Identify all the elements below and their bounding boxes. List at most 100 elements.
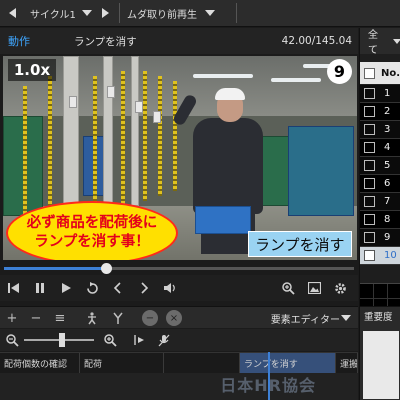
importance-panel: 重要度 xyxy=(360,306,400,400)
chevron-down-icon[interactable] xyxy=(338,310,354,326)
branch-icon[interactable] xyxy=(110,310,126,326)
minus-circle-icon[interactable]: − xyxy=(142,310,158,326)
seek-bar[interactable] xyxy=(0,262,358,274)
step-row[interactable]: 9 xyxy=(360,229,400,247)
step-checkbox[interactable] xyxy=(364,88,375,99)
element-editor-label[interactable]: 要素エディター xyxy=(271,311,340,326)
magnifier-plus-icon[interactable] xyxy=(102,332,118,348)
step-number: 4 xyxy=(384,142,391,153)
step-row[interactable]: 1 xyxy=(360,85,400,103)
seek-handle[interactable] xyxy=(100,263,112,274)
step-number: 3 xyxy=(384,124,391,135)
chevron-down-icon xyxy=(81,10,92,16)
replay-icon[interactable] xyxy=(84,280,100,296)
step-back-icon[interactable] xyxy=(6,280,22,296)
step-row[interactable]: 3 xyxy=(360,121,400,139)
step-checkbox[interactable] xyxy=(364,124,375,135)
timeline-element[interactable]: 運搬 xyxy=(336,353,358,373)
blue-crate-stack xyxy=(288,126,354,216)
add-icon[interactable]: + xyxy=(4,310,20,326)
step-row[interactable]: 4 xyxy=(360,139,400,157)
step-checkbox[interactable] xyxy=(364,196,375,207)
video-player[interactable]: 1.0x 9 必ず商品を配荷後に ランプを消す事！ ランプを消す xyxy=(3,56,357,260)
step-number: 7 xyxy=(384,196,391,207)
step-row[interactable]: 8 xyxy=(360,211,400,229)
step-checkbox[interactable] xyxy=(364,160,375,171)
settings-gear-icon[interactable] xyxy=(332,280,348,296)
step-number: 2 xyxy=(384,106,391,117)
cycle-selector[interactable]: サイクル1 xyxy=(24,0,94,27)
yellow-chain xyxy=(158,76,162,196)
hanging-tag xyxy=(107,86,115,98)
hanging-tag xyxy=(135,101,143,113)
hanging-tag xyxy=(69,96,77,108)
zoom-slider-handle[interactable] xyxy=(59,333,65,347)
transport-controls xyxy=(0,275,358,301)
warning-bubble: 必ず商品を配荷後に ランプを消す事！ xyxy=(6,201,178,260)
previous-cycle-button[interactable] xyxy=(0,0,24,27)
step-row[interactable]: 10 xyxy=(360,247,400,265)
pole xyxy=(131,56,139,206)
step-number: 6 xyxy=(384,178,391,189)
step-number: 10 xyxy=(384,250,397,261)
step-row[interactable]: 6 xyxy=(360,175,400,193)
remove-icon[interactable]: − xyxy=(28,310,44,326)
yellow-chain xyxy=(173,81,177,191)
playback-speed: 1.0x xyxy=(8,59,56,81)
next-cycle-button[interactable] xyxy=(94,0,116,27)
step-checkbox[interactable] xyxy=(364,250,375,261)
step-number-badge: 9 xyxy=(327,59,352,84)
zoom-in-icon[interactable] xyxy=(280,280,296,296)
step-number: 1 xyxy=(384,88,391,99)
playback-mode-selector[interactable]: ムダ取り前再生 xyxy=(123,0,233,27)
magnifier-minus-icon[interactable] xyxy=(4,332,20,348)
step-checkbox[interactable] xyxy=(364,178,375,189)
green-rack xyxy=(261,136,291,206)
pause-icon[interactable] xyxy=(32,280,48,296)
step-checkbox[interactable] xyxy=(364,214,375,225)
warning-text-line1: 必ず商品を配荷後に xyxy=(26,215,158,231)
step-checkbox[interactable] xyxy=(364,106,375,117)
timeline[interactable]: 配荷個数の確認 配荷 ランプを消す 運搬 日本HR協会 xyxy=(0,352,358,400)
action-caption: ランプを消す xyxy=(248,231,352,257)
volume-icon[interactable] xyxy=(162,280,178,296)
step-filter-dropdown[interactable]: 全て xyxy=(360,28,400,56)
timeline-element-active[interactable]: ランプを消す xyxy=(240,353,336,373)
triangle-right-icon xyxy=(101,8,109,18)
step-checkbox[interactable] xyxy=(364,142,375,153)
yellow-chain xyxy=(121,71,125,211)
triangle-left-icon xyxy=(8,8,16,18)
list-icon[interactable]: ≡ xyxy=(52,310,68,326)
editor-toolbar: + − ≡ − × 要素エディター xyxy=(0,306,358,328)
step-row[interactable]: 2 xyxy=(360,103,400,121)
yellow-chain xyxy=(143,71,147,201)
timeline-element[interactable]: 配荷個数の確認 xyxy=(0,353,80,373)
select-all-checkbox[interactable] xyxy=(364,67,375,79)
importance-label: 重要度 xyxy=(364,312,393,323)
chevron-right-icon[interactable] xyxy=(136,280,152,296)
step-row[interactable]: 5 xyxy=(360,157,400,175)
seek-progress xyxy=(4,267,106,270)
step-list-panel: 全て No. 1 2 3 4 5 6 7 8 9 10 重要度 xyxy=(359,28,400,400)
step-checkbox[interactable] xyxy=(364,232,375,243)
top-toolbar: サイクル1 ムダ取り前再生 xyxy=(0,0,400,27)
walking-figure-icon[interactable] xyxy=(84,310,100,326)
chevron-left-icon[interactable] xyxy=(110,280,126,296)
column-header-no: No. xyxy=(381,67,400,79)
close-circle-icon[interactable]: × xyxy=(166,310,182,326)
step-filter-label: 全て xyxy=(368,30,378,56)
step-row[interactable]: 7 xyxy=(360,193,400,211)
cycle-label: サイクル1 xyxy=(30,9,76,21)
timeline-playhead[interactable] xyxy=(268,352,270,400)
timeline-element[interactable]: 配荷 xyxy=(80,353,164,373)
importance-content xyxy=(363,331,399,399)
time-readout: 42.00/145.04 xyxy=(281,35,352,47)
jump-to-playhead-icon[interactable] xyxy=(132,332,148,348)
step-number: 5 xyxy=(384,160,391,171)
timeline-element[interactable] xyxy=(164,353,240,373)
step-list: 1 2 3 4 5 6 7 8 9 10 xyxy=(360,85,400,265)
divider xyxy=(236,3,237,23)
mic-off-icon[interactable] xyxy=(156,332,172,348)
image-icon[interactable] xyxy=(306,280,322,296)
play-icon[interactable] xyxy=(58,280,74,296)
